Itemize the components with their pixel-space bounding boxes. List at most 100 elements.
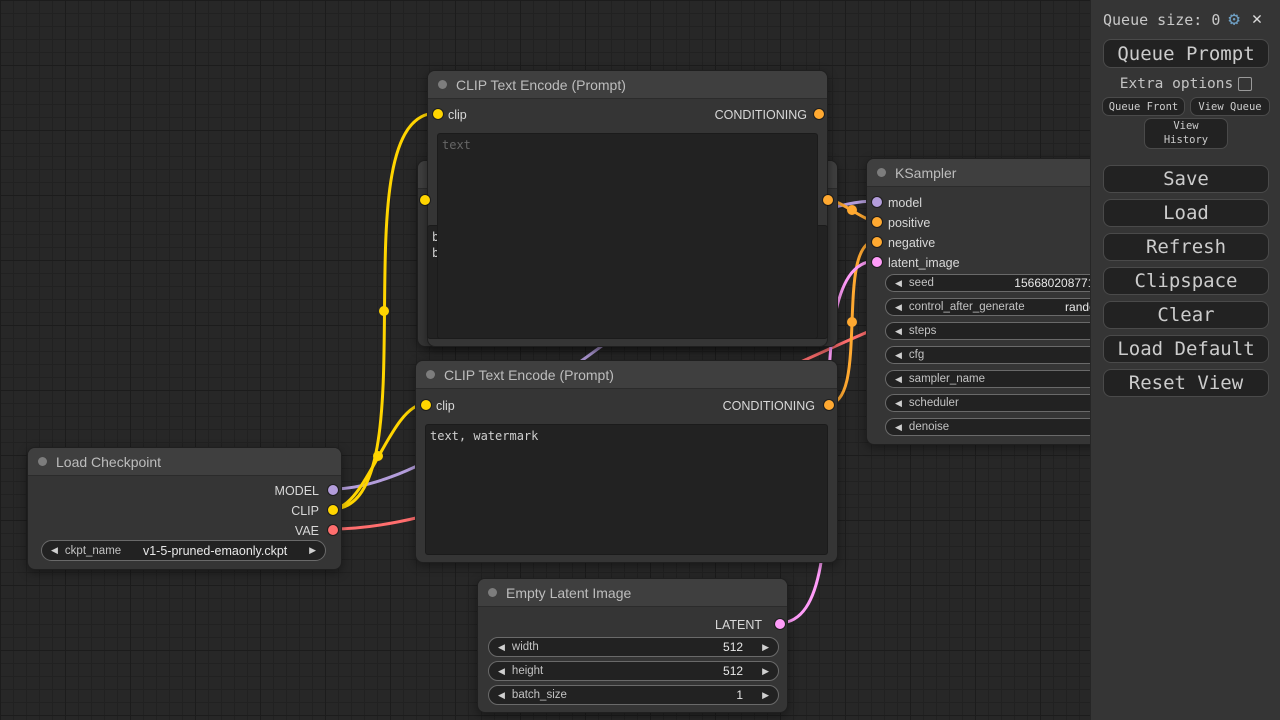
input-label: latent_image [888,256,960,270]
output-port-vae[interactable] [328,525,338,535]
widget-value: 512 [723,640,744,654]
view-history-label: View History [1163,120,1209,146]
widget-ckpt-name[interactable]: ◀ ckpt_name v1-5-pruned-emaonly.ckpt ▶ [41,540,326,561]
link-midpoint-dot [379,306,389,316]
widget-label: width [511,641,539,653]
input-port-clip[interactable] [420,195,430,205]
widget-label: sampler_name [908,373,985,385]
input-port-clip[interactable] [421,400,431,410]
collapse-dot[interactable] [426,370,435,379]
clipspace-button[interactable]: Clipspace [1103,267,1269,295]
decrement-arrow-icon[interactable]: ◀ [498,666,505,676]
node-title-bar[interactable]: CLIP Text Encode (Prompt) [428,71,827,99]
input-label: clip [436,399,455,413]
node-graph-canvas[interactable]: CLIP Text Encode (Prompt) beautiful scen… [0,0,1280,720]
decrement-arrow-icon[interactable]: ◀ [895,278,902,288]
link-midpoint-dot [373,451,383,461]
output-port-conditioning[interactable] [823,195,833,205]
output-label: MODEL [274,484,319,498]
increment-arrow-icon[interactable]: ▶ [762,642,769,652]
collapse-dot[interactable] [877,168,886,177]
input-label: positive [888,216,931,230]
output-port-clip[interactable] [328,505,338,515]
extra-options-checkbox[interactable] [1238,77,1253,91]
decrement-arrow-icon[interactable]: ◀ [498,690,505,700]
view-history-button[interactable]: View History [1144,118,1228,149]
reset-view-button[interactable]: Reset View [1103,369,1269,397]
output-label: VAE [294,524,319,538]
collapse-dot[interactable] [38,457,47,466]
input-port-positive[interactable] [872,217,882,227]
settings-gear-icon[interactable]: ⚙ [1228,10,1239,29]
widget-label: ckpt_name [64,544,122,557]
load-button[interactable]: Load [1103,199,1269,227]
input-port-clip[interactable] [433,109,443,119]
widget-label: control_after_generate [908,301,1025,313]
load-default-button[interactable]: Load Default [1103,335,1269,363]
prompt-textarea-top[interactable]: text [437,133,818,339]
node-title: CLIP Text Encode (Prompt) [456,76,626,93]
widget-value: 1 [736,688,744,702]
prompt-textarea-negative[interactable]: text, watermark [425,424,828,555]
widget-label: seed [908,277,934,289]
collapse-dot[interactable] [488,588,497,597]
node-title: Empty Latent Image [506,584,632,601]
extra-options-label: Extra options [1119,76,1234,92]
output-label: CLIP [291,504,319,518]
node-title: KSampler [895,164,957,181]
widget-value: 512 [723,664,744,678]
link-midpoint-dot [847,317,857,327]
link-clip-bottom [330,402,427,511]
decrement-arrow-icon[interactable]: ◀ [498,642,505,652]
node-title-bar[interactable]: Empty Latent Image [478,579,787,607]
node-load-checkpoint[interactable]: Load Checkpoint MODEL CLIP VAE ◀ ckpt_na… [27,447,342,570]
node-title-bar[interactable]: CLIP Text Encode (Prompt) [416,361,837,389]
decrement-arrow-icon[interactable]: ◀ [895,326,902,336]
queue-front-button[interactable]: Queue Front [1102,97,1185,116]
widget-value: v1-5-pruned-emaonly.ckpt [142,543,288,558]
decrement-arrow-icon[interactable]: ◀ [895,398,902,408]
widget-width[interactable]: ◀ width 512 ▶ [488,637,779,657]
output-label: CONDITIONING [722,399,815,413]
widget-label: steps [908,325,937,337]
widget-label: batch_size [511,689,567,701]
link-midpoint-dot [847,205,857,215]
increment-arrow-icon[interactable]: ▶ [762,690,769,700]
node-title: CLIP Text Encode (Prompt) [444,366,614,383]
close-icon[interactable]: ✕ [1252,11,1262,28]
widget-label: denoise [908,421,950,433]
clear-button[interactable]: Clear [1103,301,1269,329]
output-port-conditioning[interactable] [824,400,834,410]
refresh-button[interactable]: Refresh [1103,233,1269,261]
decrement-arrow-icon[interactable]: ◀ [895,374,902,384]
widget-label: scheduler [908,397,959,409]
input-port-latent-image[interactable] [872,257,882,267]
next-arrow-icon[interactable]: ▶ [309,546,316,555]
widget-label: height [511,665,544,677]
input-label: model [888,196,923,210]
input-label: negative [888,236,936,250]
input-label: clip [448,108,467,122]
widget-batch-size[interactable]: ◀ batch_size 1 ▶ [488,685,779,705]
node-empty-latent-image[interactable]: Empty Latent Image LATENT ◀ width 512 ▶ … [477,578,788,713]
output-port-conditioning[interactable] [814,109,824,119]
queue-size-label: Queue size: 0 [1103,10,1221,29]
increment-arrow-icon[interactable]: ▶ [762,666,769,676]
decrement-arrow-icon[interactable]: ◀ [895,302,902,312]
input-port-model[interactable] [872,197,882,207]
decrement-arrow-icon[interactable]: ◀ [895,422,902,432]
decrement-arrow-icon[interactable]: ◀ [895,350,902,360]
menu-panel: Queue size: 0 ⚙ ✕ Queue Prompt Extra opt… [1090,0,1280,720]
output-label: CONDITIONING [714,108,807,122]
widget-label: cfg [908,349,925,361]
output-port-model[interactable] [328,485,338,495]
previous-arrow-icon[interactable]: ◀ [51,546,58,555]
input-port-negative[interactable] [872,237,882,247]
node-title-bar[interactable]: Load Checkpoint [28,448,341,476]
output-port-latent[interactable] [775,619,785,629]
queue-prompt-button[interactable]: Queue Prompt [1103,39,1269,68]
widget-height[interactable]: ◀ height 512 ▶ [488,661,779,681]
view-queue-button[interactable]: View Queue [1190,97,1270,116]
collapse-dot[interactable] [438,80,447,89]
save-button[interactable]: Save [1103,165,1269,193]
